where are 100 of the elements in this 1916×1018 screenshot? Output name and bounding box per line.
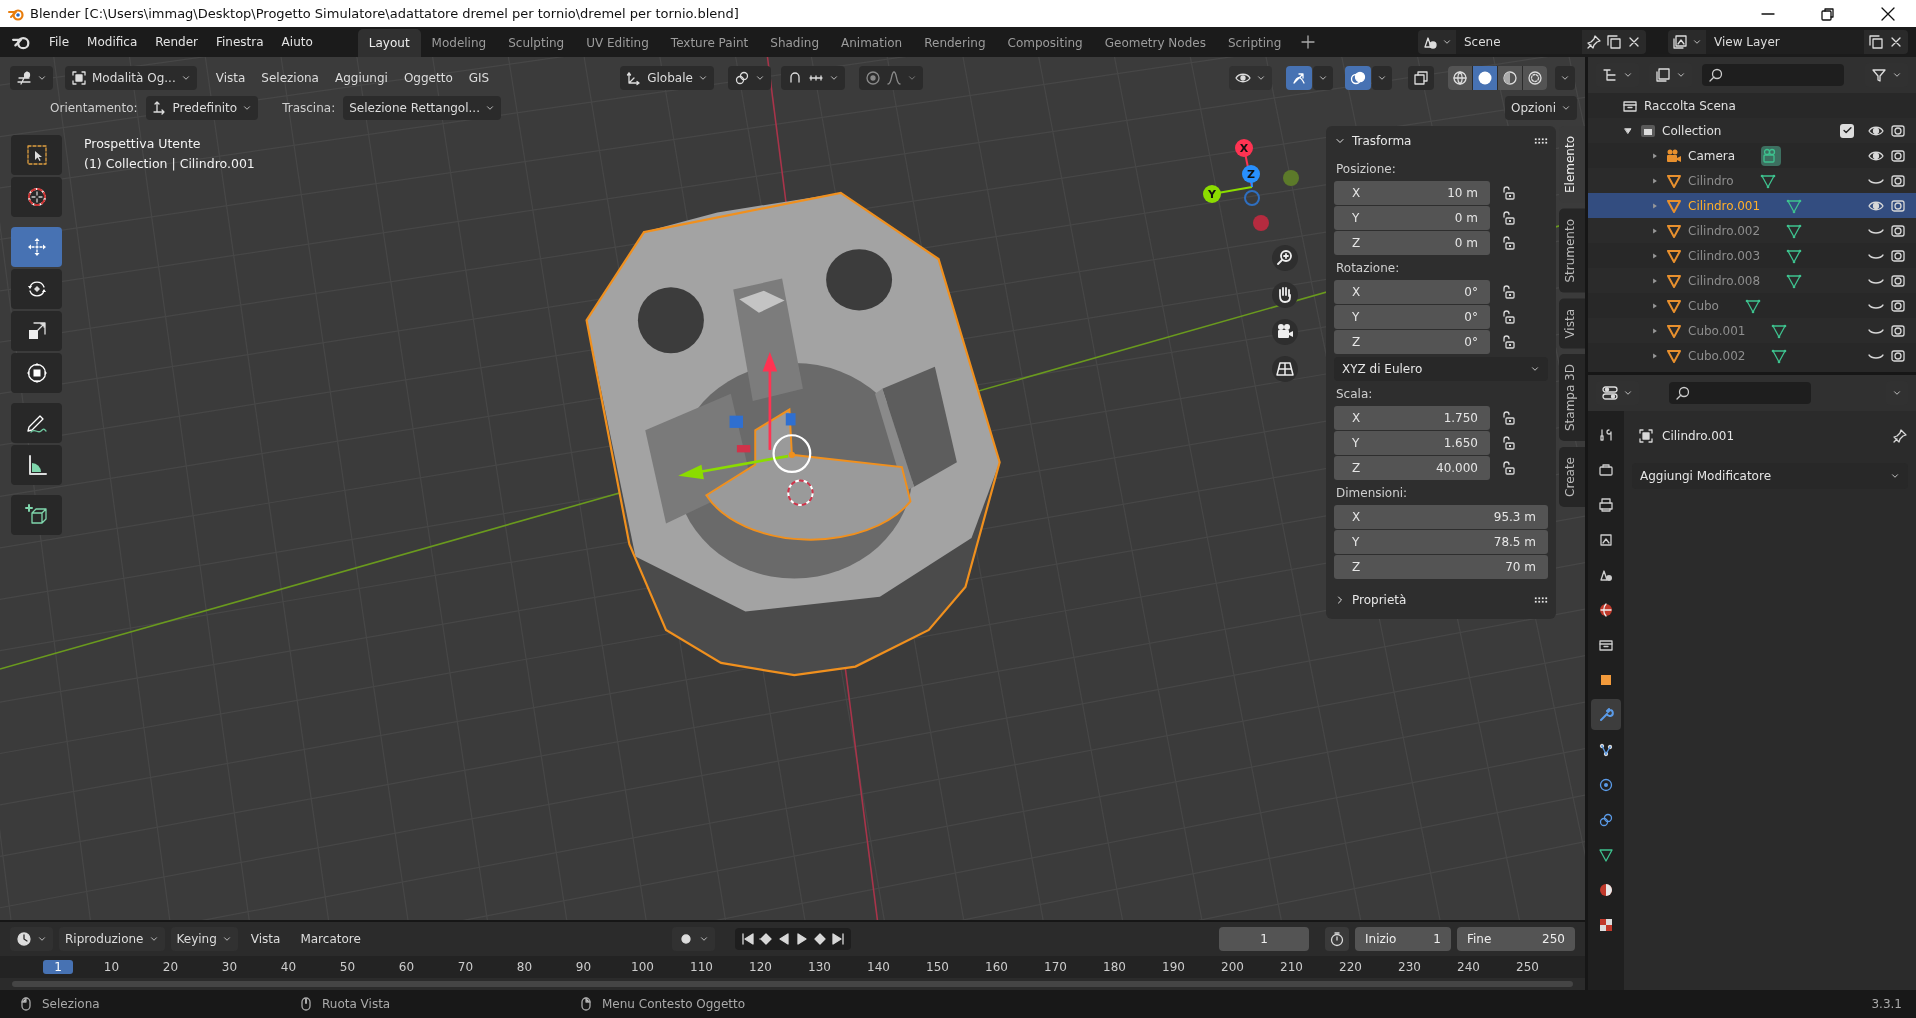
number-field[interactable]: X 10 m xyxy=(1334,181,1490,205)
menu-item[interactable]: Vista xyxy=(208,67,253,88)
outliner-row[interactable]: Cubo xyxy=(1588,293,1916,318)
outliner-item[interactable]: Cilindro.003 xyxy=(1688,248,1761,263)
camera-icon[interactable] xyxy=(1890,147,1906,164)
sidebar-tab[interactable]: Vista xyxy=(1559,298,1585,349)
pivot-dropdown[interactable] xyxy=(727,65,771,90)
visibility-dropdown[interactable] xyxy=(1229,65,1272,90)
outliner-item[interactable]: Cilindro.002 xyxy=(1688,223,1761,238)
camera-icon[interactable] xyxy=(1890,297,1906,314)
mesh-data-icon[interactable] xyxy=(1786,197,1803,214)
menu-item[interactable]: Marcatore xyxy=(293,929,368,949)
padlock-icon[interactable] xyxy=(1500,284,1516,300)
mesh-data-icon[interactable] xyxy=(1771,347,1788,364)
number-field[interactable]: Y 0 m xyxy=(1334,206,1490,230)
camera-icon[interactable] xyxy=(1890,347,1906,364)
workspace-tab[interactable]: Rendering xyxy=(913,29,997,57)
padlock-icon[interactable] xyxy=(1500,309,1516,325)
mesh-data-icon[interactable] xyxy=(1786,272,1803,289)
menu-item[interactable]: Render xyxy=(146,31,207,53)
menu-item[interactable]: File xyxy=(40,31,79,53)
outliner-item[interactable]: Camera xyxy=(1688,148,1736,163)
number-field[interactable]: Z 0° xyxy=(1334,330,1490,354)
sidebar-tab[interactable]: Create xyxy=(1559,447,1585,508)
scene-selector[interactable]: Scene xyxy=(1418,30,1646,54)
shading-button[interactable] xyxy=(1448,65,1472,90)
camera-icon[interactable] xyxy=(1890,172,1906,189)
editor-type-dropdown[interactable] xyxy=(10,927,53,951)
xray-toggle[interactable] xyxy=(1408,65,1434,90)
menu-item[interactable]: Aggiungi xyxy=(327,67,395,88)
scrollbar[interactable] xyxy=(12,981,1573,987)
workspace-tab[interactable]: Sculpting xyxy=(497,29,576,57)
editor-type-dropdown[interactable] xyxy=(10,65,53,90)
outliner-item[interactable]: Cubo.001 xyxy=(1688,323,1746,338)
tool-button[interactable] xyxy=(11,311,62,351)
checkbox[interactable] xyxy=(1840,123,1854,138)
outliner-item[interactable]: Raccolta Scena xyxy=(1644,98,1736,113)
menu-item[interactable]: GIS xyxy=(461,67,497,88)
outliner-row[interactable]: Cilindro.003 xyxy=(1588,243,1916,268)
padlock-icon[interactable] xyxy=(1500,235,1516,251)
menu-item[interactable]: Seleziona xyxy=(254,67,326,88)
mesh-data-icon[interactable] xyxy=(1786,222,1803,239)
options-dropdown[interactable]: Opzioni xyxy=(1505,96,1577,120)
pin-icon[interactable] xyxy=(1892,428,1908,444)
menu-item[interactable]: Modifica xyxy=(78,31,147,53)
menu-item[interactable]: Finestra xyxy=(207,31,273,53)
number-field[interactable]: Z 70 m xyxy=(1334,555,1548,579)
outliner-item[interactable]: Cilindro.008 xyxy=(1688,273,1761,288)
menu-item[interactable]: Vista xyxy=(243,929,288,949)
panel-title[interactable]: Proprietà xyxy=(1352,593,1528,607)
tool-button[interactable] xyxy=(11,445,62,485)
padlock-icon[interactable] xyxy=(1500,435,1516,451)
outliner-item[interactable]: Collection xyxy=(1662,123,1834,138)
orientation-dropdown[interactable]: Predefinito xyxy=(145,96,259,120)
jump-end-icon[interactable] xyxy=(829,931,846,947)
restore-icon[interactable] xyxy=(1820,5,1836,22)
snap-dropdown[interactable] xyxy=(780,65,845,90)
camera-icon[interactable] xyxy=(1890,222,1906,239)
pin-icon[interactable] xyxy=(1586,34,1602,50)
mesh-data-icon[interactable] xyxy=(1759,172,1776,189)
padlock-icon[interactable] xyxy=(1500,185,1516,201)
search-field[interactable] xyxy=(1669,382,1811,404)
zoom-icon[interactable] xyxy=(1271,244,1299,272)
add-modifier-dropdown[interactable]: Aggiungi Modificatore xyxy=(1632,463,1908,489)
copy-icon[interactable] xyxy=(1868,34,1884,50)
workspace-tab[interactable]: Texture Paint xyxy=(659,29,760,57)
workspace-tab[interactable]: UV Editing xyxy=(575,29,660,57)
camera-icon[interactable] xyxy=(1890,122,1906,139)
outliner-row[interactable]: Cubo.002 xyxy=(1588,343,1916,368)
workspace-tab[interactable]: Animation xyxy=(830,29,914,57)
number-field[interactable]: Z 0 m xyxy=(1334,231,1490,255)
menu-item[interactable]: Aiuto xyxy=(272,31,322,53)
copy-icon[interactable] xyxy=(1606,34,1622,50)
end-frame-field[interactable]: Fine 250 xyxy=(1457,927,1575,951)
jump-start-icon[interactable] xyxy=(739,931,756,947)
tool-button[interactable] xyxy=(11,269,62,309)
tool-button[interactable] xyxy=(11,495,62,535)
workspace-tab[interactable]: Shading xyxy=(759,29,831,57)
overlays-toggle[interactable] xyxy=(1345,65,1371,90)
current-frame-field[interactable]: 1 xyxy=(1219,927,1309,951)
camera-icon[interactable] xyxy=(1890,197,1906,214)
number-field[interactable]: X 95.3 m xyxy=(1334,505,1548,529)
sidebar-tab[interactable]: Stampa 3D xyxy=(1559,354,1585,442)
orientation-dropdown[interactable]: Globale xyxy=(620,65,714,90)
tool-button[interactable] xyxy=(11,403,62,443)
gizmo-toggle[interactable] xyxy=(1286,65,1312,90)
plus-icon[interactable] xyxy=(1300,34,1317,50)
start-frame-field[interactable]: Inizio 1 xyxy=(1355,927,1451,951)
number-field[interactable]: X 1.750 xyxy=(1334,406,1490,430)
navigation-gizmo[interactable]: X Y Z xyxy=(1195,128,1305,238)
menu-dropdown[interactable]: Keying xyxy=(170,927,238,951)
menu-dropdown[interactable]: Riproduzione xyxy=(59,927,165,951)
number-field[interactable]: X 0° xyxy=(1334,280,1490,304)
padlock-icon[interactable] xyxy=(1500,460,1516,476)
padlock-icon[interactable] xyxy=(1500,334,1516,350)
outliner-item[interactable]: Cilindro.001 xyxy=(1688,198,1761,213)
outliner-item[interactable]: Cubo.002 xyxy=(1688,348,1746,363)
cylinder-model-drawing[interactable] xyxy=(585,191,1001,677)
hand-icon[interactable] xyxy=(1271,281,1299,309)
outliner-item[interactable]: Cubo xyxy=(1688,298,1719,313)
